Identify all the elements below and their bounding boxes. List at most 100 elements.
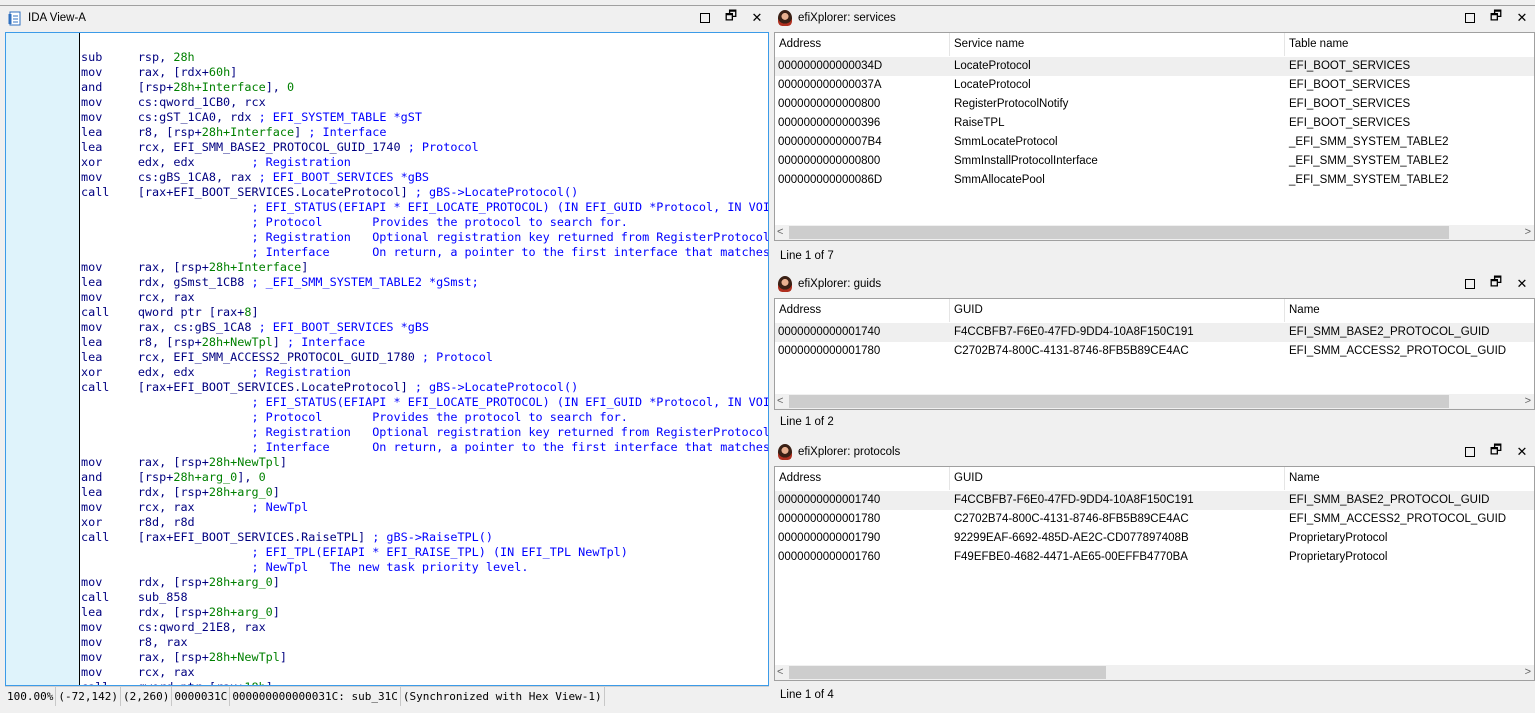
column-header[interactable]: Name bbox=[1285, 299, 1534, 322]
code-line[interactable]: ; EFI_STATUS(EFIAPI * EFI_LOCATE_PROTOCO… bbox=[81, 395, 768, 410]
scroll-left-icon[interactable]: < bbox=[777, 225, 783, 240]
scroll-right-icon[interactable]: > bbox=[1525, 225, 1531, 240]
code-line[interactable]: call [rax+EFI_BOOT_SERVICES.LocateProtoc… bbox=[81, 185, 768, 200]
scroll-right-icon[interactable]: > bbox=[1525, 665, 1531, 680]
code-line[interactable]: mov rax, [rsp+28h+Interface] bbox=[81, 260, 768, 275]
restore-button[interactable]: 🗗 bbox=[1483, 7, 1509, 29]
column-header[interactable]: Address bbox=[775, 33, 950, 56]
code-line[interactable]: xor edx, edx ; Registration bbox=[81, 155, 768, 170]
column-header[interactable]: Service name bbox=[950, 33, 1285, 56]
code-line[interactable]: sub rsp, 28h bbox=[81, 50, 768, 65]
code-line[interactable]: ; EFI_STATUS(EFIAPI * EFI_LOCATE_PROTOCO… bbox=[81, 200, 768, 215]
table-row[interactable]: 00000000000007B4 SmmLocateProtocol _EFI_SM… bbox=[775, 133, 1534, 152]
guids-table[interactable]: Address GUID Name 0000000000001740 F4CCBFB7-… bbox=[774, 298, 1535, 410]
table-row[interactable]: 0000000000001740 F4CCBFB7-F6E0-47FD-9DD4-… bbox=[775, 491, 1534, 510]
code-line[interactable]: mov cs:gST_1CA0, rdx ; EFI_SYSTEM_TABLE … bbox=[81, 110, 768, 125]
code-line[interactable]: mov rax, [rsp+28h+NewTpl] bbox=[81, 455, 768, 470]
scroll-left-icon[interactable]: < bbox=[777, 394, 783, 409]
code-line[interactable]: mov rcx, rax bbox=[81, 290, 768, 305]
disassembly-view[interactable]: sub rsp, 28h mov rax, [rdx+60h] and [rsp+2… bbox=[5, 32, 769, 686]
table-row[interactable]: 0000000000001790 92299EAF-6692-485D-AE2C-… bbox=[775, 529, 1534, 548]
code-line[interactable]: ; Protocol Provides the protocol to sear… bbox=[81, 215, 768, 230]
restore-button[interactable]: 🗗 bbox=[1483, 273, 1509, 295]
protocols-table[interactable]: Address GUID Name 0000000000001740 F4CCBFB7-… bbox=[774, 466, 1535, 681]
table-row[interactable]: 000000000000034D LocateProtocol EFI_BOOT_S… bbox=[775, 57, 1534, 76]
maximize-button[interactable] bbox=[1457, 11, 1483, 26]
protocols-titlebar[interactable]: efiXplorer: protocols 🗗 ✕ bbox=[774, 440, 1535, 464]
code-line[interactable]: ; Interface On return, a pointer to the … bbox=[81, 245, 768, 260]
scrollbar-thumb[interactable] bbox=[789, 395, 1449, 408]
restore-button[interactable]: 🗗 bbox=[718, 7, 744, 29]
scrollbar-thumb[interactable] bbox=[789, 666, 1106, 679]
table-row[interactable]: 0000000000001760 F49EFBE0-4682-4471-AE65-… bbox=[775, 548, 1534, 567]
code-line[interactable]: xor edx, edx ; Registration bbox=[81, 365, 768, 380]
scrollbar-thumb[interactable] bbox=[789, 226, 1449, 239]
code-line[interactable]: ; EFI_TPL(EFIAPI * EFI_RAISE_TPL) (IN EF… bbox=[81, 545, 768, 560]
code-line[interactable]: mov rcx, rax bbox=[81, 665, 768, 680]
disassembly-listing[interactable]: sub rsp, 28h mov rax, [rdx+60h] and [rsp+2… bbox=[81, 50, 768, 685]
code-line[interactable]: and [rsp+28h+Interface], 0 bbox=[81, 80, 768, 95]
code-token: mov bbox=[81, 170, 138, 184]
code-line[interactable]: ; NewTpl The new task priority level. bbox=[81, 560, 768, 575]
table-row[interactable]: 0000000000001740 F4CCBFB7-F6E0-47FD-9DD4-… bbox=[775, 323, 1534, 342]
code-line[interactable]: mov rax, [rdx+60h] bbox=[81, 65, 768, 80]
code-line[interactable]: lea rdx, gSmst_1CB8 ; _EFI_SMM_SYSTEM_TA… bbox=[81, 275, 768, 290]
close-button[interactable]: ✕ bbox=[1509, 10, 1535, 26]
table-row[interactable]: 0000000000001780 C2702B74-800C-4131-8746-… bbox=[775, 342, 1534, 361]
code-line[interactable]: mov rax, [rsp+28h+NewTpl] bbox=[81, 650, 768, 665]
column-header[interactable]: GUID bbox=[950, 299, 1285, 322]
ida-view-titlebar[interactable]: IDA View-A 🗗 ✕ bbox=[0, 6, 770, 30]
horizontal-scrollbar[interactable]: < > bbox=[775, 665, 1534, 680]
code-line[interactable]: call [rax+EFI_BOOT_SERVICES.RaiseTPL] ; … bbox=[81, 530, 768, 545]
code-comment: ; _EFI_SMM_SYSTEM_TABLE2 *gSmst; bbox=[251, 275, 479, 289]
column-header[interactable]: Name bbox=[1285, 467, 1534, 490]
horizontal-scrollbar[interactable]: < > bbox=[775, 225, 1534, 240]
code-line[interactable]: xor r8d, r8d bbox=[81, 515, 768, 530]
code-line[interactable]: mov cs:qword_1CB0, rcx bbox=[81, 95, 768, 110]
table-row[interactable]: 0000000000000800 RegisterProtocolNotify EF… bbox=[775, 95, 1534, 114]
code-line[interactable]: call sub_858 bbox=[81, 590, 768, 605]
code-token: mov bbox=[81, 635, 138, 649]
maximize-button[interactable] bbox=[1457, 277, 1483, 292]
code-line[interactable]: call [rax+EFI_BOOT_SERVICES.LocateProtoc… bbox=[81, 380, 768, 395]
close-button[interactable]: ✕ bbox=[744, 10, 770, 26]
guids-titlebar[interactable]: efiXplorer: guids 🗗 ✕ bbox=[774, 272, 1535, 296]
table-row[interactable]: 0000000000000800 SmmInstallProtocolInterf… bbox=[775, 152, 1534, 171]
code-line[interactable]: lea rcx, EFI_SMM_ACCESS2_PROTOCOL_GUID_1… bbox=[81, 350, 768, 365]
horizontal-scrollbar[interactable]: < > bbox=[775, 394, 1534, 409]
services-titlebar[interactable]: efiXplorer: services 🗗 ✕ bbox=[774, 6, 1535, 30]
code-line[interactable]: ; Protocol Provides the protocol to sear… bbox=[81, 410, 768, 425]
restore-button[interactable]: 🗗 bbox=[1483, 441, 1509, 463]
code-line[interactable]: lea r8, [rsp+28h+NewTpl] ; Interface bbox=[81, 335, 768, 350]
code-line[interactable]: mov r8, rax bbox=[81, 635, 768, 650]
column-header[interactable]: GUID bbox=[950, 467, 1285, 490]
column-header[interactable]: Address bbox=[775, 467, 950, 490]
code-line[interactable]: mov cs:qword_21E8, rax bbox=[81, 620, 768, 635]
scroll-right-icon[interactable]: > bbox=[1525, 394, 1531, 409]
code-line[interactable]: mov rdx, [rsp+28h+arg_0] bbox=[81, 575, 768, 590]
code-line[interactable]: ; Registration Optional registration key… bbox=[81, 425, 768, 440]
code-line[interactable]: lea rdx, [rsp+28h+arg_0] bbox=[81, 485, 768, 500]
code-line[interactable]: lea rdx, [rsp+28h+arg_0] bbox=[81, 605, 768, 620]
close-button[interactable]: ✕ bbox=[1509, 276, 1535, 292]
code-line[interactable]: ; Interface On return, a pointer to the … bbox=[81, 440, 768, 455]
code-line[interactable]: mov cs:gBS_1CA8, rax ; EFI_BOOT_SERVICES… bbox=[81, 170, 768, 185]
services-table[interactable]: Address Service name Table name 00000000000… bbox=[774, 32, 1535, 241]
table-row[interactable]: 0000000000000396 RaiseTPL EFI_BOOT_SERVICE… bbox=[775, 114, 1534, 133]
maximize-button[interactable] bbox=[692, 11, 718, 26]
table-row[interactable]: 0000000000001780 C2702B74-800C-4131-8746-… bbox=[775, 510, 1534, 529]
code-line[interactable]: and [rsp+28h+arg_0], 0 bbox=[81, 470, 768, 485]
maximize-button[interactable] bbox=[1457, 445, 1483, 460]
code-line[interactable]: call qword ptr [rax+8] bbox=[81, 305, 768, 320]
code-line[interactable]: mov rax, cs:gBS_1CA8 ; EFI_BOOT_SERVICES… bbox=[81, 320, 768, 335]
code-line[interactable]: ; Registration Optional registration key… bbox=[81, 230, 768, 245]
column-header[interactable]: Table name bbox=[1285, 33, 1534, 56]
code-line[interactable]: mov rcx, rax ; NewTpl bbox=[81, 500, 768, 515]
table-row[interactable]: 000000000000086D SmmAllocatePool _EFI_SMM_… bbox=[775, 171, 1534, 190]
scroll-left-icon[interactable]: < bbox=[777, 665, 783, 680]
close-button[interactable]: ✕ bbox=[1509, 444, 1535, 460]
code-line[interactable]: lea rcx, EFI_SMM_BASE2_PROTOCOL_GUID_174… bbox=[81, 140, 768, 155]
column-header[interactable]: Address bbox=[775, 299, 950, 322]
table-row[interactable]: 000000000000037A LocateProtocol EFI_BOOT_S… bbox=[775, 76, 1534, 95]
code-line[interactable]: lea r8, [rsp+28h+Interface] ; Interface bbox=[81, 125, 768, 140]
